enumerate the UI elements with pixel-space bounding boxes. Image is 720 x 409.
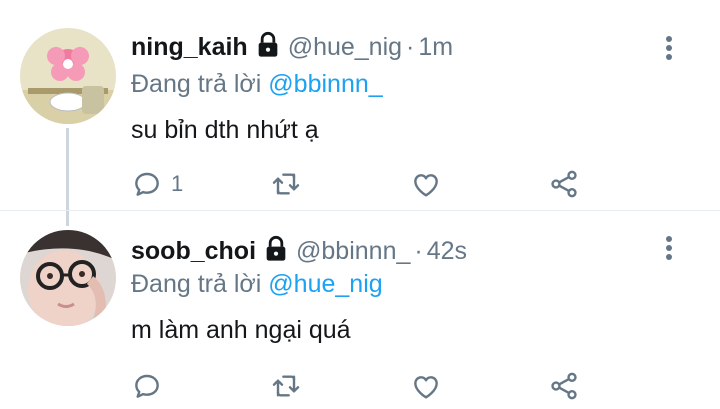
reply-button[interactable]: 1 [131, 167, 183, 201]
replying-prefix: Đang trả lời [131, 70, 262, 98]
avatar[interactable] [20, 28, 116, 124]
like-button[interactable] [410, 167, 442, 201]
reply-icon [135, 172, 159, 196]
tweet-text: su bỉn dth nhứt ạ [131, 116, 319, 144]
lock-icon [254, 31, 282, 59]
replying-to-line: Đang trả lời @bbinnn_ [131, 68, 383, 100]
avatar[interactable] [20, 230, 116, 326]
tweet-text: m làm anh ngại quá [131, 316, 351, 344]
more-options-icon[interactable] [657, 33, 681, 63]
timestamp[interactable]: 1m [418, 33, 453, 61]
tweet-header: ning_kaih @hue_nig · 1m [131, 31, 453, 63]
tweet-actions [131, 369, 591, 403]
share-button[interactable] [548, 369, 580, 403]
share-icon [551, 170, 577, 198]
timestamp[interactable]: 42s [427, 237, 467, 265]
replying-to-mention[interactable]: @bbinnn_ [268, 70, 382, 98]
replying-to-mention[interactable]: @hue_nig [268, 270, 382, 298]
reply-button[interactable] [131, 369, 171, 403]
heart-icon [414, 174, 438, 197]
lock-icon [262, 235, 290, 263]
reply-icon [135, 374, 159, 398]
retweet-button[interactable] [270, 167, 302, 201]
share-icon [551, 372, 577, 400]
handle[interactable]: @bbinnn_ [296, 237, 410, 265]
replying-to-line: Đang trả lời @hue_nig [131, 268, 383, 300]
tweet-header: soob_choi @bbinnn_ · 42s [131, 235, 467, 267]
replying-prefix: Đang trả lời [131, 270, 262, 298]
separator-dot: · [406, 33, 415, 61]
retweet-icon [272, 173, 300, 195]
more-options-icon[interactable] [657, 233, 681, 263]
heart-icon [414, 376, 438, 399]
like-button[interactable] [410, 369, 442, 403]
separator-dot: · [414, 237, 423, 265]
reply-count: 1 [171, 171, 184, 196]
tweet-actions: 1 [131, 167, 591, 201]
tweet[interactable]: soob_choi @bbinnn_ · 42s Đang trả lời @hue_… [0, 210, 720, 409]
display-name[interactable]: soob_choi [131, 237, 256, 265]
retweet-button[interactable] [270, 369, 302, 403]
retweet-icon [272, 375, 300, 397]
handle[interactable]: @hue_nig [288, 33, 402, 61]
share-button[interactable] [548, 167, 580, 201]
tweet[interactable]: ning_kaih @hue_nig · 1m Đang trả lời @bbinn… [0, 0, 720, 210]
display-name[interactable]: ning_kaih [131, 33, 248, 61]
